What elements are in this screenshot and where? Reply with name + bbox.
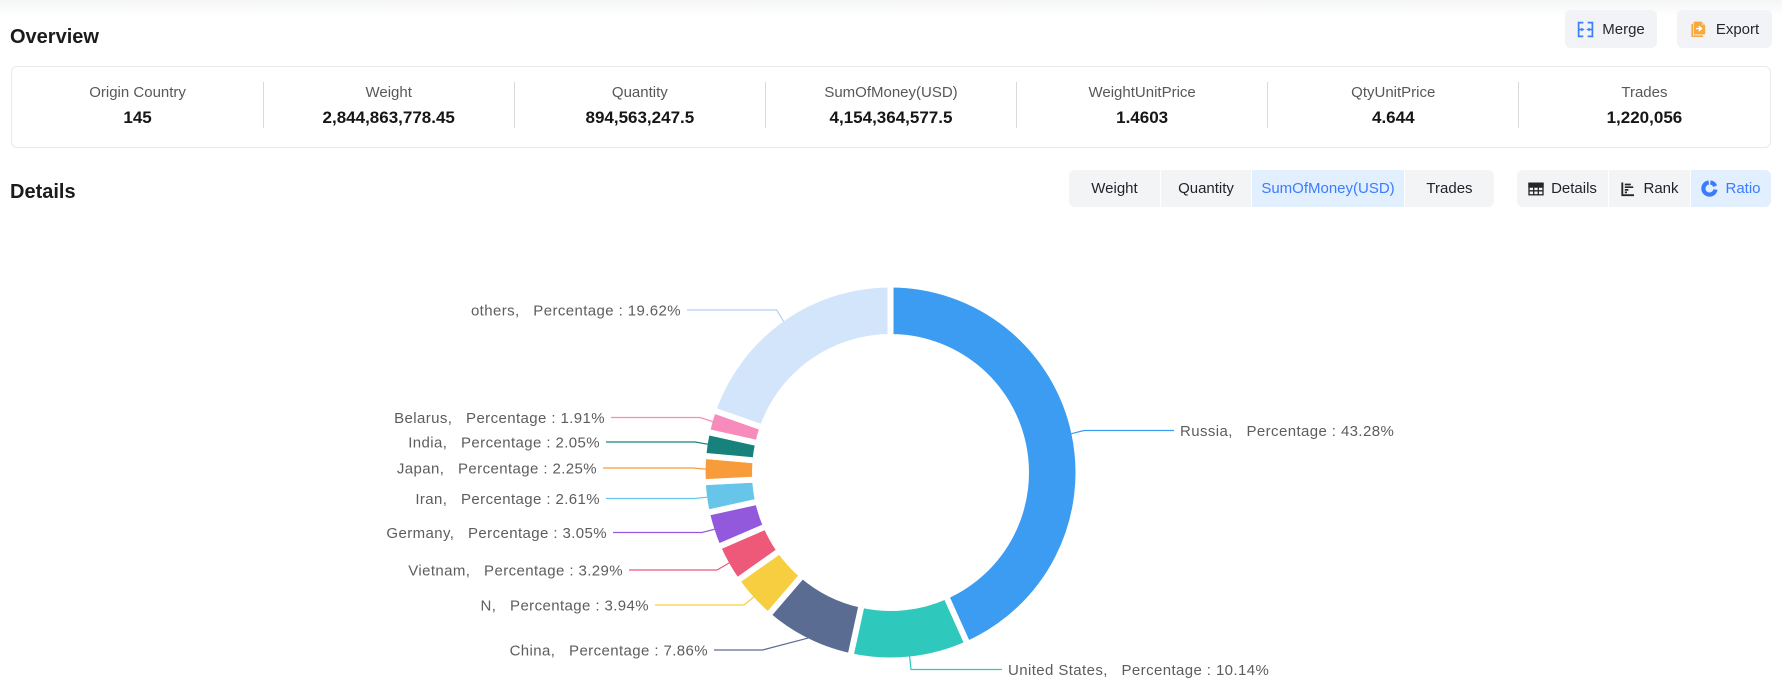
svg-text:Iran, Percentage : 2.61%: Iran, Percentage : 2.61% — [415, 491, 600, 508]
svg-text:Vietnam, Percentage : 3.29%: Vietnam, Percentage : 3.29% — [408, 563, 623, 580]
svg-text:China, Percentage : 7.86%: China, Percentage : 7.86% — [510, 643, 708, 660]
svg-text:Germany, Percentage : 3.05%: Germany, Percentage : 3.05% — [386, 525, 607, 542]
svg-text:Belarus, Percentage : 1.91%: Belarus, Percentage : 1.91% — [394, 410, 605, 427]
svg-text:others, Percentage : 19.62%: others, Percentage : 19.62% — [471, 303, 681, 320]
svg-text:United States, Percentage :: United States, Percentage : 10.14% — [1008, 662, 1269, 679]
svg-text:Japan, Percentage : 2.25%: Japan, Percentage : 2.25% — [397, 461, 597, 478]
svg-text:India, Percentage : 2.05%: India, Percentage : 2.05% — [408, 435, 600, 452]
svg-text:N, Percentage : 3.94%: N, Percentage : 3.94% — [481, 598, 649, 615]
svg-text:Russia, Percentage : 43.28%: Russia, Percentage : 43.28% — [1180, 423, 1394, 440]
